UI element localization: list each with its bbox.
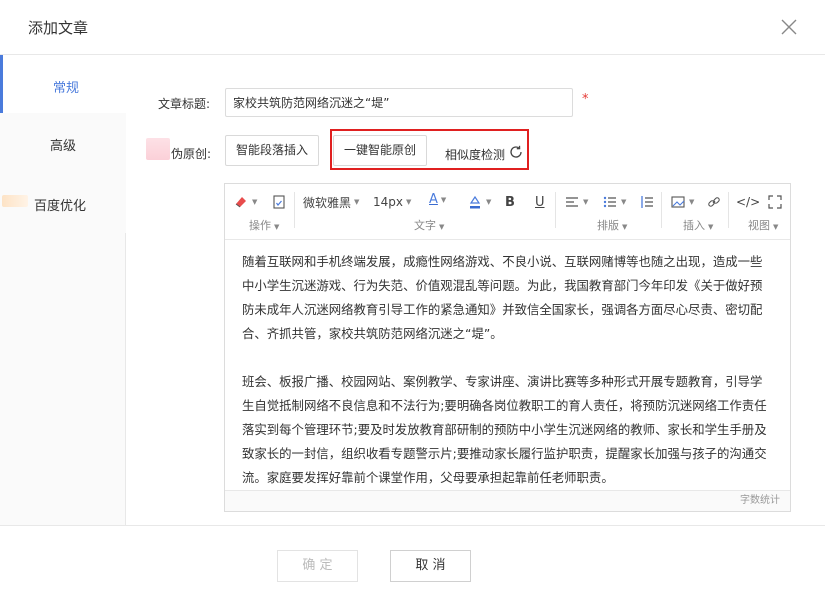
badge-icon bbox=[146, 138, 170, 160]
dialog-title: 添加文章 bbox=[28, 17, 88, 38]
title-label: 文章标题: bbox=[158, 95, 210, 112]
fill-color-icon bbox=[467, 194, 483, 210]
close-button[interactable] bbox=[779, 17, 799, 37]
required-mark: * bbox=[582, 92, 589, 107]
link-icon bbox=[706, 194, 722, 210]
toolbar-separator bbox=[294, 192, 295, 228]
eraser-icon bbox=[233, 194, 249, 210]
editor-toolbar: ▼ 操作▼ 微软雅黑▼ 14px▼ A▼ ▼ B U 文字▼ ▼ bbox=[225, 184, 790, 240]
fullscreen-button[interactable] bbox=[767, 193, 783, 211]
insert-image-button[interactable]: ▼ bbox=[670, 193, 694, 211]
close-icon bbox=[779, 17, 799, 37]
insert-link-button[interactable] bbox=[706, 193, 722, 211]
toolbar-group-view: 视图▼ bbox=[748, 217, 778, 233]
word-count: 字数统计 bbox=[225, 490, 790, 511]
sidebar: 常规 高级 百度优化 bbox=[0, 55, 126, 525]
fullscreen-icon bbox=[767, 194, 783, 210]
pseudo-original-label: 伪原创: bbox=[171, 145, 211, 162]
sidebar-item-label: 百度优化 bbox=[34, 195, 86, 214]
add-article-dialog: 添加文章 常规 高级 百度优化 文章标题: * 伪原创: 智能段落插入 一键智能… bbox=[0, 0, 825, 606]
toolbar-group-text: 文字▼ bbox=[414, 217, 444, 233]
highlight-color-button[interactable]: ▼ bbox=[467, 193, 491, 211]
align-left-icon bbox=[564, 194, 580, 210]
toolbar-group-insert: 插入▼ bbox=[683, 217, 713, 233]
sidebar-item-label: 常规 bbox=[3, 77, 129, 96]
bullet-list-icon bbox=[602, 194, 618, 210]
toolbar-group-operate: 操作▼ bbox=[249, 217, 279, 233]
line-height-icon bbox=[639, 194, 655, 210]
eraser-button[interactable]: ▼ bbox=[233, 193, 257, 211]
smart-paragraph-insert-button[interactable]: 智能段落插入 bbox=[225, 135, 319, 166]
align-button[interactable]: ▼ bbox=[564, 193, 588, 211]
text-color-button[interactable]: A▼ bbox=[429, 192, 446, 210]
dialog-header: 添加文章 bbox=[0, 0, 825, 55]
title-input[interactable] bbox=[225, 88, 573, 117]
sidebar-item-label: 高级 bbox=[0, 135, 126, 154]
list-button[interactable]: ▼ bbox=[602, 193, 626, 211]
font-size-select[interactable]: 14px▼ bbox=[373, 193, 411, 211]
image-icon bbox=[670, 194, 686, 210]
confirm-button[interactable]: 确 定 bbox=[277, 550, 358, 582]
content-paragraph: 随着互联网和手机终端发展，成瘾性网络游戏、不良小说、互联网赌博等也随之出现，造成… bbox=[242, 250, 774, 346]
sidebar-item-general[interactable]: 常规 bbox=[0, 55, 126, 115]
bold-button[interactable]: B bbox=[505, 193, 515, 211]
content-paragraph: 班会、板报广播、校园网站、案例教学、专家讲座、演讲比赛等多种形式开展专题教育，引… bbox=[242, 370, 774, 490]
toolbar-group-layout: 排版▼ bbox=[597, 217, 627, 233]
code-view-button[interactable]: </> bbox=[736, 193, 760, 211]
editor-content[interactable]: 随着互联网和手机终端发展，成瘾性网络游戏、不良小说、互联网赌博等也随之出现，造成… bbox=[242, 250, 774, 514]
toolbar-separator bbox=[661, 192, 662, 228]
badge-icon bbox=[2, 195, 28, 207]
text-color-icon: A bbox=[429, 192, 438, 207]
sidebar-item-advanced[interactable]: 高级 bbox=[0, 113, 126, 173]
highlight-box bbox=[330, 129, 529, 170]
font-family-select[interactable]: 微软雅黑▼ bbox=[303, 193, 359, 211]
rich-text-editor: ▼ 操作▼ 微软雅黑▼ 14px▼ A▼ ▼ B U 文字▼ ▼ bbox=[224, 183, 791, 512]
sidebar-item-baidu-seo[interactable]: 百度优化 bbox=[0, 173, 126, 233]
line-height-button[interactable] bbox=[639, 193, 655, 211]
underline-button[interactable]: U bbox=[535, 193, 545, 211]
sidebar-filler bbox=[0, 230, 125, 525]
source-button[interactable] bbox=[271, 193, 287, 211]
cancel-button[interactable]: 取 消 bbox=[390, 550, 471, 582]
document-icon bbox=[271, 194, 287, 210]
toolbar-separator bbox=[555, 192, 556, 228]
toolbar-separator bbox=[728, 192, 729, 228]
